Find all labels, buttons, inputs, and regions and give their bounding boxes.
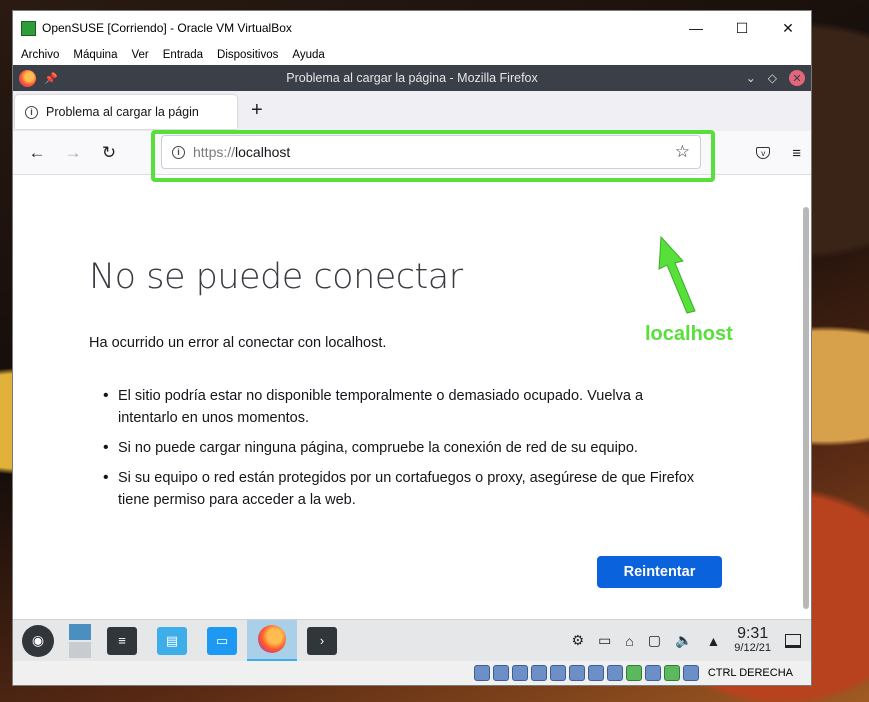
virtualbox-icon [21,20,36,36]
shared-folders-icon[interactable] [568,665,585,681]
menu-entrada[interactable]: Entrada [163,49,203,61]
back-arrow-icon[interactable]: ← [19,143,55,163]
vm-screen[interactable]: 📌 Problema al cargar la página - Mozilla… [13,65,811,661]
optical-drive-icon[interactable] [492,665,509,681]
minimize-icon[interactable]: ⌄ [746,71,756,85]
clock[interactable]: 9:31 9/12/21 [734,624,771,656]
firefox-taskbar-icon [258,625,286,653]
annotation-label: localhost [645,323,733,345]
minimize-button[interactable]: — [673,11,719,45]
recording-icon[interactable] [606,665,623,681]
firefox-window-title: Problema al cargar la página - Mozilla F… [286,71,538,85]
taskbar-discover-app[interactable]: ▤ [147,620,197,662]
taskbar-konsole-app[interactable]: › [297,620,347,662]
cpu-activity-icon[interactable] [625,665,642,681]
terminal-icon: › [307,626,337,655]
error-suggestions: El sitio podría estar no disponible temp… [103,385,703,519]
tab-error-page[interactable]: i Problema al cargar la págin [15,95,237,129]
audio-icon[interactable] [511,665,528,681]
virtualbox-statusbar: CTRL DERECHA [13,661,811,685]
maximize-button[interactable]: ☐ [719,11,765,45]
menu-dispositivos[interactable]: Dispositivos [217,49,278,61]
clock-time: 9:31 [737,624,769,642]
system-settings-icon: ≡ [107,626,137,655]
firefox-titlebar: 📌 Problema al cargar la página - Mozilla… [13,65,811,91]
battery-icon[interactable]: ▭ [598,632,611,649]
maximize-icon[interactable]: ◇ [768,71,777,85]
pocket-icon[interactable]: v [756,147,771,159]
menu-maquina[interactable]: Máquina [73,49,117,61]
volume-icon[interactable]: 🔈 [675,632,692,649]
reload-icon[interactable]: ↻ [91,143,127,163]
annotation-arrow-icon [658,235,696,314]
taskbar-dolphin-app[interactable]: ▭ [197,620,247,662]
network-adapter-icon[interactable] [530,665,547,681]
hdd-icon[interactable] [473,665,490,681]
network-icon[interactable]: ⚙ [572,632,585,649]
system-tray: ⚙ ▭ ⌂ ▢ 🔈 ▲ 9:31 9/12/21 [572,624,812,656]
list-item: Si su equipo o red están protegidos por … [103,467,703,511]
mouse-integration-icon[interactable] [644,665,661,681]
virtualbox-menubar: Archivo Máquina Ver Entrada Dispositivos… [13,45,811,65]
taskbar-settings-app[interactable]: ≡ [97,620,147,662]
display-icon[interactable]: ▢ [648,632,661,649]
application-launcher[interactable]: ◉ [13,620,63,662]
retry-button[interactable]: Reintentar [597,556,722,588]
show-desktop-icon[interactable] [785,633,801,648]
url-highlight-box [151,130,715,182]
usb-devices-icon[interactable] [549,665,566,681]
tab-label: Problema al cargar la págin [46,105,199,119]
error-description: Ha ocurrido un error al conectar con loc… [89,335,387,351]
menu-ayuda[interactable]: Ayuda [292,49,324,61]
list-item: Si no puede cargar ninguna página, compr… [103,437,703,459]
close-button[interactable]: ✕ [765,11,811,45]
opensuse-logo-icon: ◉ [22,624,54,657]
menu-archivo[interactable]: Archivo [21,49,59,61]
new-tab-button[interactable]: + [251,99,263,122]
error-title: No se puede conectar [89,257,463,297]
tab-strip: i Problema al cargar la págin + [13,91,811,131]
tray-expand-icon[interactable]: ▲ [706,633,720,649]
info-icon: i [25,105,38,119]
hamburger-menu-icon[interactable]: ≡ [792,145,801,162]
host-key-label: CTRL DERECHA [707,667,793,679]
discover-store-icon: ▤ [157,626,187,655]
kde-taskbar: ◉ ≡ ▤ ▭ › ⚙ ▭ ⌂ ▢ 🔈 ▲ 9:31 9/12/21 [13,619,811,661]
menu-ver[interactable]: Ver [131,49,148,61]
taskbar-firefox-app[interactable] [247,619,297,661]
virtualbox-window: OpenSUSE [Corriendo] - Oracle VM Virtual… [12,10,812,686]
usb-icon[interactable]: ⌂ [625,633,633,649]
host-key-arrow-icon[interactable] [682,665,699,681]
virtualbox-title: OpenSUSE [Corriendo] - Oracle VM Virtual… [42,21,292,35]
virtualbox-titlebar: OpenSUSE [Corriendo] - Oracle VM Virtual… [13,11,811,45]
close-icon[interactable]: ✕ [789,70,805,86]
forward-arrow-icon[interactable]: → [55,143,91,163]
virtual-desktop-pager[interactable] [63,620,97,662]
keyboard-capture-icon[interactable] [663,665,680,681]
display-settings-icon[interactable] [587,665,604,681]
clock-date: 9/12/21 [734,641,771,654]
folder-icon: ▭ [207,626,237,655]
scrollbar[interactable] [803,207,809,609]
list-item: El sitio podría estar no disponible temp… [103,385,703,429]
